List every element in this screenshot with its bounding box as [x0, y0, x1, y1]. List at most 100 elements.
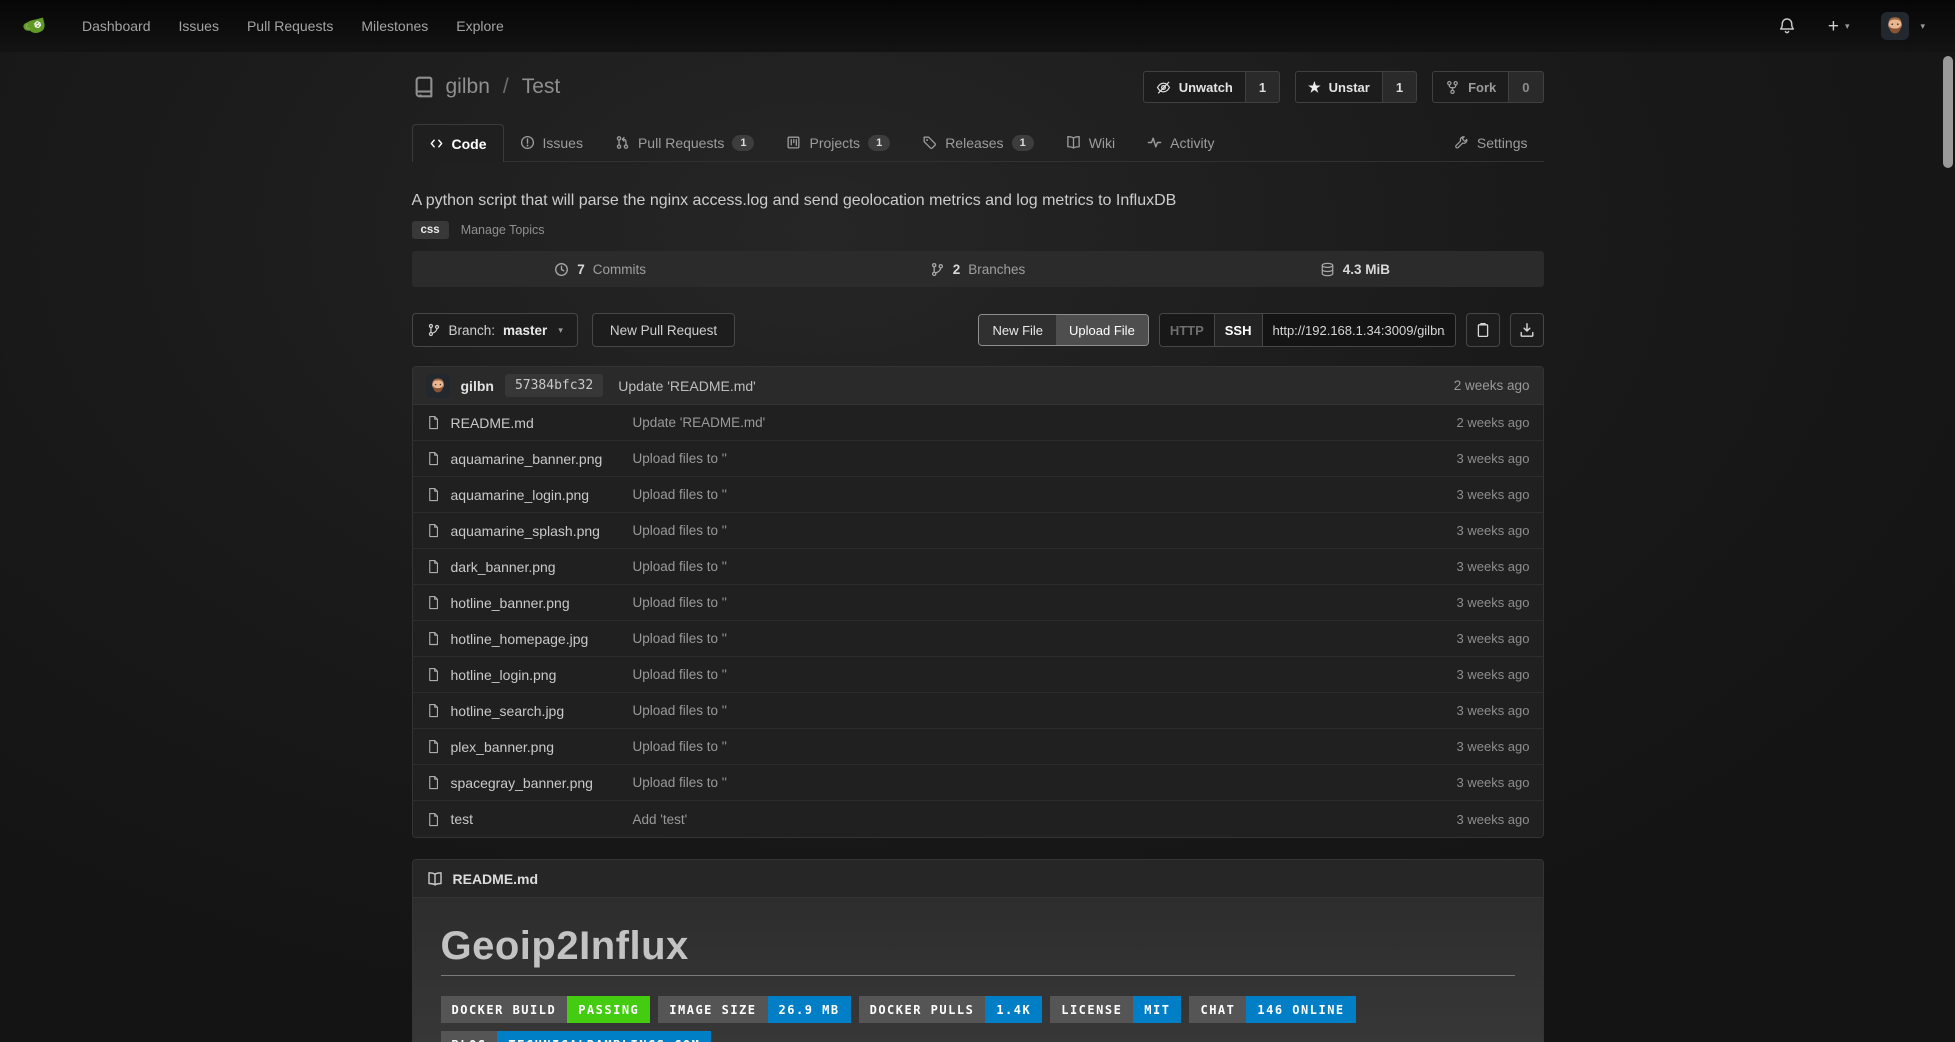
- tab-wiki[interactable]: Wiki: [1050, 124, 1131, 161]
- clone-url-input[interactable]: [1263, 314, 1455, 346]
- file-commit-message-link[interactable]: Upload files to '': [633, 739, 1457, 754]
- manage-topics-link[interactable]: Manage Topics: [461, 223, 545, 237]
- http-protocol-button[interactable]: HTTP: [1160, 314, 1215, 346]
- nav-item[interactable]: Issues: [165, 18, 233, 34]
- branches-stat[interactable]: 2 Branches: [789, 251, 1166, 287]
- file-name: hotline_search.jpg: [451, 703, 565, 719]
- repo-owner-link[interactable]: gilbn: [446, 75, 490, 99]
- fork-button[interactable]: Fork: [1432, 71, 1509, 103]
- clock-icon: [554, 262, 569, 277]
- file-name-link[interactable]: dark_banner.png: [426, 559, 633, 575]
- plus-icon: +: [1828, 17, 1839, 36]
- fork-icon: [1445, 80, 1460, 95]
- file-name: hotline_login.png: [451, 667, 557, 683]
- tab-code[interactable]: Code: [412, 124, 504, 162]
- clipboard-icon: [1475, 322, 1491, 338]
- file-commit-message-link[interactable]: Upload files to '': [633, 559, 1457, 574]
- file-name-link[interactable]: aquamarine_login.png: [426, 487, 633, 503]
- badge-label: LICENSE: [1050, 996, 1133, 1023]
- tab-activity[interactable]: Activity: [1131, 124, 1230, 161]
- badge-label: DOCKER PULLS: [859, 996, 986, 1023]
- gitea-logo[interactable]: [22, 11, 52, 41]
- new-file-button[interactable]: New File: [979, 315, 1056, 345]
- status-badge[interactable]: LICENSE MIT: [1050, 996, 1181, 1023]
- upload-file-button[interactable]: Upload File: [1056, 315, 1148, 345]
- file-icon: [426, 451, 441, 466]
- nav-item[interactable]: Explore: [442, 18, 517, 34]
- status-badge[interactable]: CHAT 146 ONLINE: [1189, 996, 1355, 1023]
- file-name: hotline_homepage.jpg: [451, 631, 589, 647]
- commits-stat[interactable]: 7 Commits: [412, 251, 789, 287]
- file-commit-message-link[interactable]: Upload files to '': [633, 631, 1457, 646]
- tab-count-badge: 1: [868, 135, 890, 151]
- file-age: 3 weeks ago: [1457, 559, 1530, 574]
- file-name-link[interactable]: hotline_search.jpg: [426, 703, 633, 719]
- avatar: [1881, 12, 1909, 40]
- tab-label: Code: [452, 136, 487, 152]
- unwatch-button[interactable]: Unwatch: [1143, 71, 1246, 103]
- nav-item[interactable]: Milestones: [347, 18, 442, 34]
- commit-author-link[interactable]: gilbn: [461, 378, 494, 394]
- status-badge[interactable]: DOCKER BUILD PASSING: [441, 996, 651, 1023]
- file-commit-message-link[interactable]: Upload files to '': [633, 595, 1457, 610]
- file-name-link[interactable]: aquamarine_banner.png: [426, 451, 633, 467]
- file-commit-message-link[interactable]: Upload files to '': [633, 775, 1457, 790]
- file-commit-message-link[interactable]: Add 'test': [633, 812, 1457, 827]
- topic-tag[interactable]: css: [412, 221, 449, 239]
- file-age: 3 weeks ago: [1457, 667, 1530, 682]
- file-row: hotline_banner.png Upload files to '' 3 …: [413, 585, 1543, 621]
- scrollbar-thumb[interactable]: [1943, 56, 1953, 168]
- unstar-button[interactable]: ★ Unstar: [1295, 71, 1383, 103]
- new-pull-request-button[interactable]: New Pull Request: [592, 313, 735, 347]
- file-icon: [426, 595, 441, 610]
- status-badge[interactable]: BLOG TECHNICALRAMBLINGS.COM: [441, 1031, 712, 1042]
- file-commit-message-link[interactable]: Upload files to '': [633, 523, 1457, 538]
- tab-releases[interactable]: Releases 1: [906, 124, 1050, 161]
- eye-slash-icon: [1156, 80, 1171, 95]
- badge-value: 26.9 MB: [768, 996, 851, 1023]
- branch-selector[interactable]: Branch: master ▾: [412, 313, 578, 347]
- tab-issues[interactable]: Issues: [504, 124, 599, 161]
- file-age: 3 weeks ago: [1457, 775, 1530, 790]
- commit-sha-link[interactable]: 57384bfc32: [505, 374, 603, 397]
- user-menu[interactable]: ▾: [1881, 12, 1925, 40]
- file-commit-message-link[interactable]: Update 'README.md': [633, 415, 1457, 430]
- stars-count[interactable]: 1: [1383, 71, 1417, 103]
- code-toolbar: Branch: master ▾ New Pull Request New Fi…: [412, 313, 1544, 347]
- tab-projects[interactable]: Projects 1: [770, 124, 906, 161]
- file-name-link[interactable]: hotline_homepage.jpg: [426, 631, 633, 647]
- nav-item[interactable]: Pull Requests: [233, 18, 347, 34]
- file-name-link[interactable]: hotline_login.png: [426, 667, 633, 683]
- file-name-link[interactable]: hotline_banner.png: [426, 595, 633, 611]
- status-badge[interactable]: DOCKER PULLS 1.4K: [859, 996, 1043, 1023]
- tab-pull-requests[interactable]: Pull Requests 1: [599, 124, 771, 161]
- file-commit-message-link[interactable]: Upload files to '': [633, 487, 1457, 502]
- readme-heading: Geoip2Influx: [441, 924, 1515, 969]
- file-name-link[interactable]: spacegray_banner.png: [426, 775, 633, 791]
- forks-count[interactable]: 0: [1509, 71, 1543, 103]
- file-commit-message-link[interactable]: Upload files to '': [633, 703, 1457, 718]
- download-archive-button[interactable]: [1510, 313, 1544, 347]
- notifications-bell-icon[interactable]: [1778, 17, 1796, 35]
- tab-label: Projects: [809, 135, 860, 151]
- nav-item[interactable]: Dashboard: [68, 18, 165, 34]
- copy-url-button[interactable]: [1466, 313, 1500, 347]
- file-name-link[interactable]: plex_banner.png: [426, 739, 633, 755]
- file-commit-message-link[interactable]: Upload files to '': [633, 451, 1457, 466]
- create-new-menu[interactable]: + ▾: [1828, 17, 1850, 36]
- status-badge[interactable]: IMAGE SIZE 26.9 MB: [658, 996, 850, 1023]
- file-commit-message-link[interactable]: Upload files to '': [633, 667, 1457, 682]
- commit-message-link[interactable]: Update 'README.md': [618, 378, 756, 394]
- file-name: spacegray_banner.png: [451, 775, 593, 791]
- file-name-link[interactable]: aquamarine_splash.png: [426, 523, 633, 539]
- file-name-link[interactable]: README.md: [426, 415, 633, 431]
- tab-settings[interactable]: Settings: [1438, 124, 1544, 161]
- badge-label: IMAGE SIZE: [658, 996, 767, 1023]
- ssh-protocol-button[interactable]: SSH: [1215, 314, 1263, 346]
- nav-menu: DashboardIssuesPull RequestsMilestonesEx…: [68, 0, 518, 52]
- file-row: aquamarine_login.png Upload files to '' …: [413, 477, 1543, 513]
- repo-tabs: Code Issues Pull Requests 1 Projects 1 R…: [412, 124, 1544, 162]
- file-name-link[interactable]: test: [426, 811, 633, 827]
- repo-name-link[interactable]: Test: [522, 75, 561, 99]
- watchers-count[interactable]: 1: [1246, 71, 1280, 103]
